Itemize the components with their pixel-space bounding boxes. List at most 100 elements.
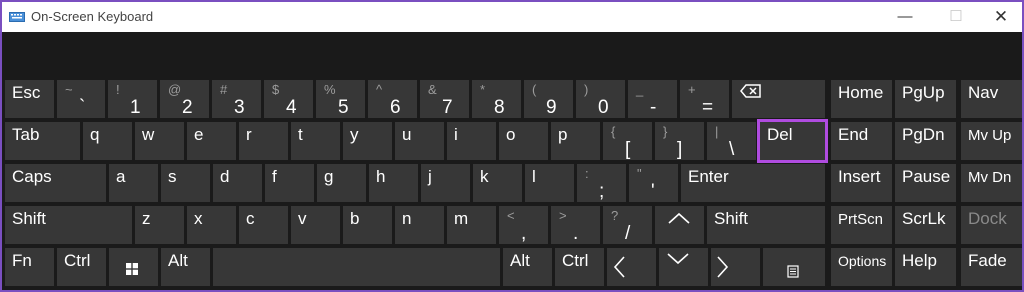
minimize-button[interactable]: — (882, 5, 928, 29)
arrow-right-icon (717, 256, 729, 278)
backspace-icon (740, 84, 761, 98)
key-p[interactable]: p (551, 122, 600, 160)
window-title: On-Screen Keyboard (31, 9, 154, 24)
key-menu[interactable] (763, 248, 825, 286)
key-caps[interactable]: Caps (5, 164, 106, 202)
key-mv-up[interactable]: Mv Up (961, 122, 1022, 160)
key-t[interactable]: t (291, 122, 340, 160)
key-left-bracket[interactable]: {[ (603, 122, 652, 160)
key-g[interactable]: g (317, 164, 366, 202)
key-l[interactable]: l (525, 164, 574, 202)
maximize-button[interactable]: ☐ (933, 5, 979, 29)
key-label: Nav (968, 83, 999, 102)
key-label: - (650, 97, 657, 118)
key-pgup[interactable]: PgUp (895, 80, 956, 118)
key-label: h (376, 167, 386, 186)
key-z[interactable]: z (135, 206, 184, 244)
key-c[interactable]: c (239, 206, 288, 244)
key-f[interactable]: f (265, 164, 314, 202)
key-right[interactable] (711, 248, 760, 286)
key-grave[interactable]: ~ ` (57, 80, 105, 118)
key-j[interactable]: j (421, 164, 470, 202)
key-label: s (168, 167, 177, 186)
key-y[interactable]: y (343, 122, 392, 160)
key-fade[interactable]: Fade (961, 248, 1022, 286)
key-down[interactable] (659, 248, 708, 286)
key-enter[interactable]: Enter (681, 164, 825, 202)
key-ctrl-right[interactable]: Ctrl (555, 248, 604, 286)
key-pause[interactable]: Pause (895, 164, 956, 202)
key-0[interactable]: ) 0 (576, 80, 625, 118)
key-m[interactable]: m (447, 206, 496, 244)
key-up[interactable] (655, 206, 704, 244)
key-left[interactable] (607, 248, 656, 286)
key-backspace[interactable] (732, 80, 825, 118)
key-n[interactable]: n (395, 206, 444, 244)
key-backslash[interactable]: | \ (707, 122, 756, 160)
key-w[interactable]: w (135, 122, 184, 160)
key-end[interactable]: End (831, 122, 892, 160)
key-shift-label: * (480, 82, 486, 97)
key-help[interactable]: Help (895, 248, 956, 286)
key-tab[interactable]: Tab (5, 122, 80, 160)
key-x[interactable]: x (187, 206, 236, 244)
key-equals[interactable]: + = (680, 80, 729, 118)
key-insert[interactable]: Insert (831, 164, 892, 202)
key-pgdn[interactable]: PgDn (895, 122, 956, 160)
key-7[interactable]: & 7 (420, 80, 469, 118)
key-prtscn[interactable]: PrtScn (831, 206, 892, 244)
key-label: ' (651, 181, 655, 202)
key-right-bracket[interactable]: }] (655, 122, 704, 160)
key-semicolon[interactable]: :; (577, 164, 626, 202)
title-bar[interactable]: On-Screen Keyboard — ☐ ✕ (2, 2, 1022, 33)
key-shift-right[interactable]: Shift (707, 206, 825, 244)
key-period[interactable]: >. (551, 206, 600, 244)
key-fn[interactable]: Fn (5, 248, 54, 286)
key-shift-left[interactable]: Shift (5, 206, 132, 244)
key-shift-label: ( (532, 82, 537, 97)
key-h[interactable]: h (369, 164, 418, 202)
key-label: Mv Up (968, 127, 1012, 144)
key-label: Pause (902, 167, 951, 186)
key-q[interactable]: q (83, 122, 132, 160)
key-home[interactable]: Home (831, 80, 892, 118)
key-alt-right[interactable]: Alt (503, 248, 552, 286)
key-a[interactable]: a (109, 164, 158, 202)
key-esc[interactable]: Esc (5, 80, 54, 118)
key-shift-label: ? (611, 208, 619, 223)
key-4[interactable]: $4 (264, 80, 313, 118)
key-alt-left[interactable]: Alt (161, 248, 210, 286)
key-comma[interactable]: <, (499, 206, 548, 244)
key-6[interactable]: ^ 6 (368, 80, 417, 118)
key-5[interactable]: % 5 (316, 80, 365, 118)
key-i[interactable]: i (447, 122, 496, 160)
key-3[interactable]: #3 (212, 80, 261, 118)
key-k[interactable]: k (473, 164, 522, 202)
key-8[interactable]: * 8 (472, 80, 521, 118)
key-o[interactable]: o (499, 122, 548, 160)
key-shift-label: > (559, 208, 567, 223)
key-u[interactable]: u (395, 122, 444, 160)
key-v[interactable]: v (291, 206, 340, 244)
key-nav[interactable]: Nav (961, 80, 1022, 118)
key-dock[interactable]: Dock (961, 206, 1022, 244)
key-windows[interactable] (109, 248, 158, 286)
key-1[interactable]: ! 1 (108, 80, 157, 118)
key-scrlk[interactable]: ScrLk (895, 206, 956, 244)
key-2[interactable]: @2 (160, 80, 209, 118)
close-button[interactable]: ✕ (978, 5, 1022, 29)
key-s[interactable]: s (161, 164, 210, 202)
key-del[interactable]: Del (757, 119, 828, 163)
key-mv-dn[interactable]: Mv Dn (961, 164, 1022, 202)
key-minus[interactable]: _ - (628, 80, 677, 118)
key-options[interactable]: Options (831, 248, 892, 286)
key-ctrl-left[interactable]: Ctrl (57, 248, 106, 286)
key-space[interactable] (213, 248, 500, 286)
key-e[interactable]: e (187, 122, 236, 160)
key-9[interactable]: (9 (524, 80, 573, 118)
key-slash[interactable]: ? / (603, 206, 652, 244)
key-quote[interactable]: " ' (629, 164, 678, 202)
key-d[interactable]: d (213, 164, 262, 202)
key-r[interactable]: r (239, 122, 288, 160)
key-b[interactable]: b (343, 206, 392, 244)
